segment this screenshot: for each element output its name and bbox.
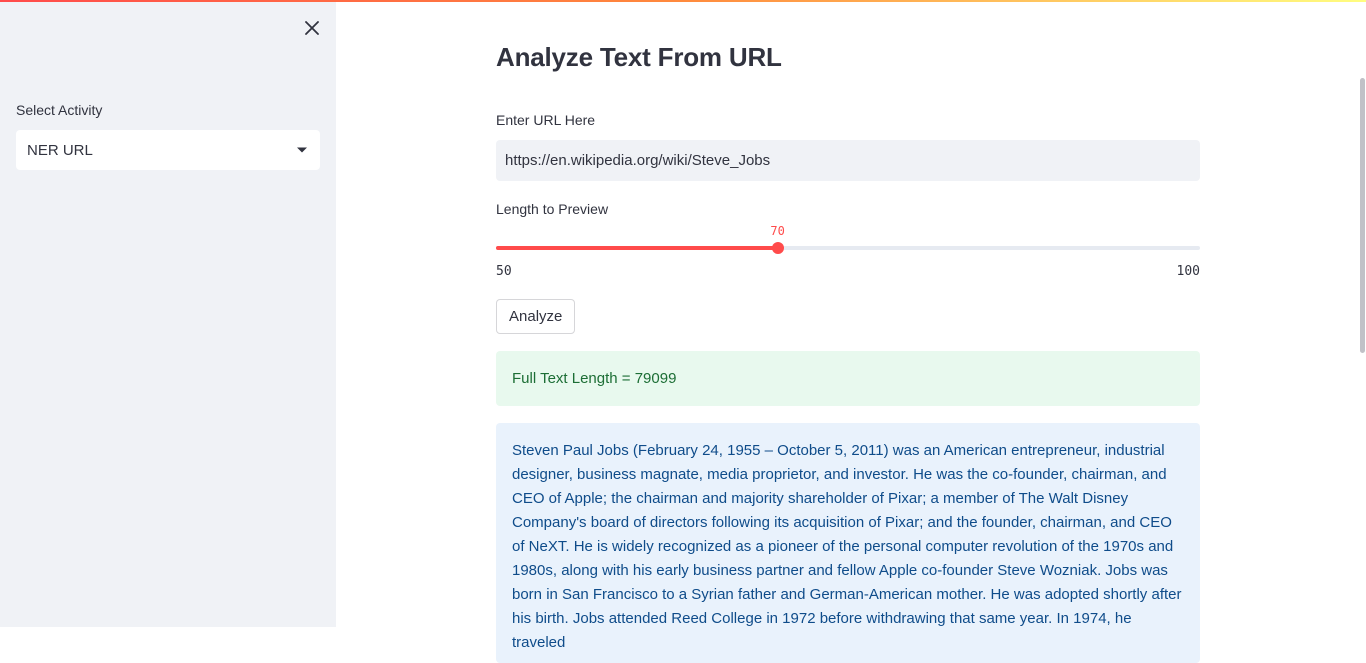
slider-label: Length to Preview (496, 201, 609, 217)
success-alert: Full Text Length = 79099 (496, 351, 1200, 406)
select-activity-label: Select Activity (16, 102, 103, 118)
success-message: Full Text Length = 79099 (512, 370, 677, 387)
chevron-down-icon (297, 147, 307, 153)
slider-min-label: 50 (496, 264, 512, 279)
activity-select[interactable]: NER URL (16, 130, 320, 170)
sidebar-close-button[interactable] (300, 16, 324, 40)
activity-select-value: NER URL (27, 141, 93, 159)
main-content: Analyze Text From URL Enter URL Here Len… (336, 2, 1366, 663)
analyze-button[interactable]: Analyze (496, 299, 576, 334)
slider-fill (496, 246, 778, 250)
sidebar: Select Activity NER URL (0, 2, 336, 627)
url-input[interactable] (496, 140, 1200, 181)
preview-text-box: Steven Paul Jobs (February 24, 1955 – Oc… (496, 423, 1200, 663)
slider-max-label: 100 (1176, 264, 1200, 279)
page-title: Analyze Text From URL (496, 42, 782, 72)
page-scrollbar[interactable] (1360, 78, 1365, 353)
slider-thumb[interactable] (771, 242, 784, 254)
close-icon (305, 21, 319, 35)
length-slider[interactable] (496, 242, 1200, 254)
slider-value-label: 70 (770, 224, 785, 238)
preview-text: Steven Paul Jobs (February 24, 1955 – Oc… (512, 442, 1182, 651)
url-field-label: Enter URL Here (496, 112, 596, 128)
